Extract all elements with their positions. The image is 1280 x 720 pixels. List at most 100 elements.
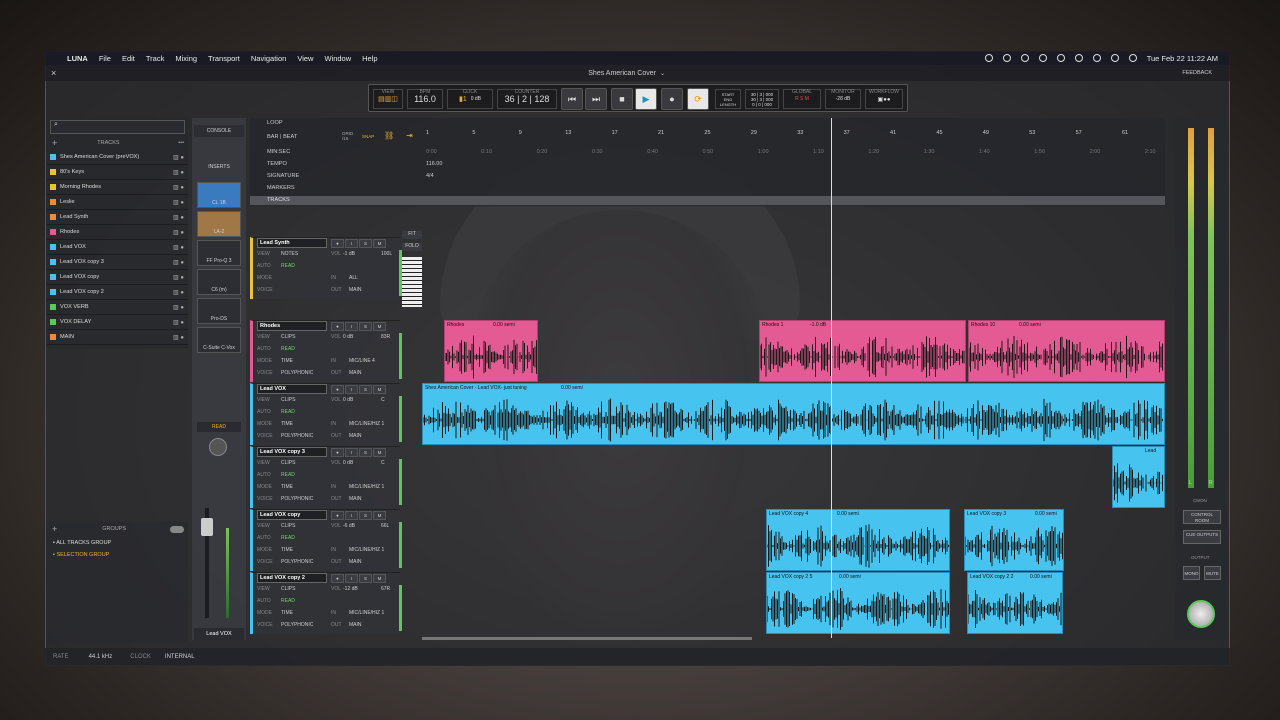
time-value[interactable]: TIME: [281, 358, 293, 364]
input-monitor-button[interactable]: I: [345, 385, 358, 394]
menu-transport[interactable]: Transport: [208, 54, 240, 63]
menu-file[interactable]: File: [99, 54, 111, 63]
track-header[interactable]: Lead VOX copy ● I S M VIEW CLIPS VOL -6 dB 66L AUT…: [250, 509, 402, 571]
view-value[interactable]: CLIPS: [281, 460, 295, 466]
track-type-icon[interactable]: ▥ ●: [173, 229, 184, 236]
input-value[interactable]: MIC/LINE/HIZ 1: [349, 484, 384, 490]
solo-button[interactable]: S: [359, 511, 372, 520]
rate-value[interactable]: 44.1 kHz: [89, 654, 113, 660]
record-arm-button[interactable]: ●: [331, 385, 344, 394]
output-value[interactable]: MAIN: [349, 559, 362, 565]
chevron-down-icon[interactable]: ⌄: [660, 70, 665, 77]
auto-value[interactable]: READ: [281, 409, 295, 415]
record-arm-button[interactable]: ●: [331, 574, 344, 583]
clock-value[interactable]: INTERNAL: [165, 654, 195, 660]
link-icon[interactable]: ⛓: [384, 131, 394, 140]
status-record-icon[interactable]: [984, 54, 993, 62]
track-list-item[interactable]: Lead VOX copy ▥ ●: [47, 270, 188, 285]
output-volume-knob[interactable]: [1187, 600, 1215, 628]
input-monitor-button[interactable]: I: [345, 239, 358, 248]
console-button[interactable]: CONSOLE: [194, 125, 244, 137]
track-header[interactable]: Lead VOX copy 2 ● I S M VIEW CLIPS VOL -12 dB 67R…: [250, 572, 402, 634]
clip-lead-vox-copy-3[interactable]: Lead VOX copy 3 0.00 semi: [964, 509, 1064, 571]
mute-button[interactable]: M: [373, 239, 386, 248]
time-value[interactable]: TIME: [281, 421, 293, 427]
menubar-clock[interactable]: Tue Feb 22 11:22 AM: [1147, 54, 1218, 63]
volume-fader[interactable]: [201, 518, 213, 536]
track-header[interactable]: Lead VOX ● I S M VIEW CLIPS VOL 0 dB C AUTO READ MOD…: [250, 383, 402, 445]
playhead[interactable]: [831, 118, 832, 638]
rewind-to-start-button[interactable]: ⏮: [561, 88, 583, 110]
view-value[interactable]: NOTES: [281, 251, 298, 257]
track-type-icon[interactable]: ▥ ●: [173, 244, 184, 251]
start-end-values[interactable]: 30 | 3 | 000 30 | 3 | 000 0 | 0 | 000: [745, 89, 779, 109]
insert-proq3[interactable]: FF Pro-Q 3: [197, 240, 241, 266]
track-list-item[interactable]: VOX DELAY ▥ ●: [47, 315, 188, 330]
track-type-icon[interactable]: ▥ ●: [173, 214, 184, 221]
arrow-right-icon[interactable]: ⇥: [406, 131, 413, 140]
view-value[interactable]: CLIPS: [281, 334, 295, 340]
time-value[interactable]: TIME: [281, 610, 293, 616]
monitor-level[interactable]: MONITOR -28 dB: [825, 89, 861, 109]
track-type-icon[interactable]: ▥ ●: [173, 304, 184, 311]
track-list-item[interactable]: Lead VOX copy 3 ▥ ●: [47, 255, 188, 270]
solo-button[interactable]: S: [359, 448, 372, 457]
snap-toggle[interactable]: SNAP: [362, 134, 374, 139]
click-control[interactable]: CLICK ▮1 0 dB: [447, 89, 493, 109]
pan-value[interactable]: 100L: [381, 251, 392, 257]
channel-track-name[interactable]: Lead VOX: [194, 628, 244, 640]
track-type-icon[interactable]: ▥ ●: [173, 259, 184, 266]
status-wifi-icon[interactable]: [1092, 54, 1101, 62]
clip-lead-vox-copy-2-2[interactable]: Lead VOX copy 2 2 0.00 semi: [967, 572, 1063, 634]
grid-selector[interactable]: GRID/16: [342, 131, 353, 141]
clip-lead-vox-copy-3-edge[interactable]: Lead: [1112, 446, 1165, 508]
track-list-item[interactable]: Shes American Cover (preVOX) ▥ ●: [47, 150, 188, 165]
record-arm-button[interactable]: ●: [331, 322, 344, 331]
menu-help[interactable]: Help: [362, 54, 377, 63]
mode-value[interactable]: POLYPHONIC: [281, 370, 313, 376]
mute-button[interactable]: M: [373, 385, 386, 394]
input-monitor-button[interactable]: I: [345, 574, 358, 583]
more-options-icon[interactable]: •••: [178, 140, 184, 146]
app-menu[interactable]: LUNA: [67, 54, 88, 63]
track-list-item[interactable]: Leslie ▥ ●: [47, 195, 188, 210]
clip-rhodes[interactable]: Rhodes 0.00 semi: [444, 320, 538, 382]
mode-value[interactable]: POLYPHONIC: [281, 433, 313, 439]
track-name[interactable]: Lead VOX copy 2: [257, 573, 327, 583]
close-icon[interactable]: ×: [51, 68, 56, 78]
vol-value[interactable]: 0 dB: [343, 334, 353, 340]
record-arm-button[interactable]: ●: [331, 448, 344, 457]
horizontal-scrollbar[interactable]: [422, 637, 752, 640]
pan-value[interactable]: 67R: [381, 586, 390, 592]
track-list-item[interactable]: Rhodes ▥ ●: [47, 225, 188, 240]
workflow-selector[interactable]: WORKFLOW ▣●●: [865, 89, 903, 109]
group-selection[interactable]: ▪ SELECTION GROUP: [53, 552, 182, 558]
cue-outputs-button[interactable]: CUE OUTPUTS: [1183, 530, 1221, 544]
track-type-icon[interactable]: ▥ ●: [173, 184, 184, 191]
record-arm-button[interactable]: ●: [331, 511, 344, 520]
track-type-icon[interactable]: ▥ ●: [173, 169, 184, 176]
session-title[interactable]: Shes American Cover: [588, 70, 656, 77]
vol-value[interactable]: -6 dB: [343, 523, 355, 529]
auto-value[interactable]: READ: [281, 598, 295, 604]
pan-knob[interactable]: [209, 438, 227, 456]
view-selector[interactable]: VIEW ▤▥◫: [373, 89, 403, 109]
mute-button[interactable]: M: [373, 322, 386, 331]
input-monitor-button[interactable]: I: [345, 448, 358, 457]
input-monitor-button[interactable]: I: [345, 322, 358, 331]
output-value[interactable]: MAIN: [349, 622, 362, 628]
record-button[interactable]: ●: [661, 88, 683, 110]
mute-button[interactable]: M: [373, 574, 386, 583]
record-arm-button[interactable]: ●: [331, 239, 344, 248]
track-name[interactable]: Lead VOX copy 3: [257, 447, 327, 457]
vol-value[interactable]: 0 dB: [343, 397, 353, 403]
clip-lead-vox-copy-2-5[interactable]: Lead VOX copy 2 5 0.00 semi: [766, 572, 950, 634]
track-name[interactable]: Lead VOX: [257, 384, 327, 394]
menu-navigation[interactable]: Navigation: [251, 54, 286, 63]
track-list-item[interactable]: Lead VOX ▥ ●: [47, 240, 188, 255]
mute-button[interactable]: M: [373, 448, 386, 457]
view-value[interactable]: CLIPS: [281, 586, 295, 592]
track-type-icon[interactable]: ▥ ●: [173, 319, 184, 326]
signature-value[interactable]: 4/4: [426, 173, 434, 179]
status-bluetooth-icon[interactable]: [1074, 54, 1083, 62]
